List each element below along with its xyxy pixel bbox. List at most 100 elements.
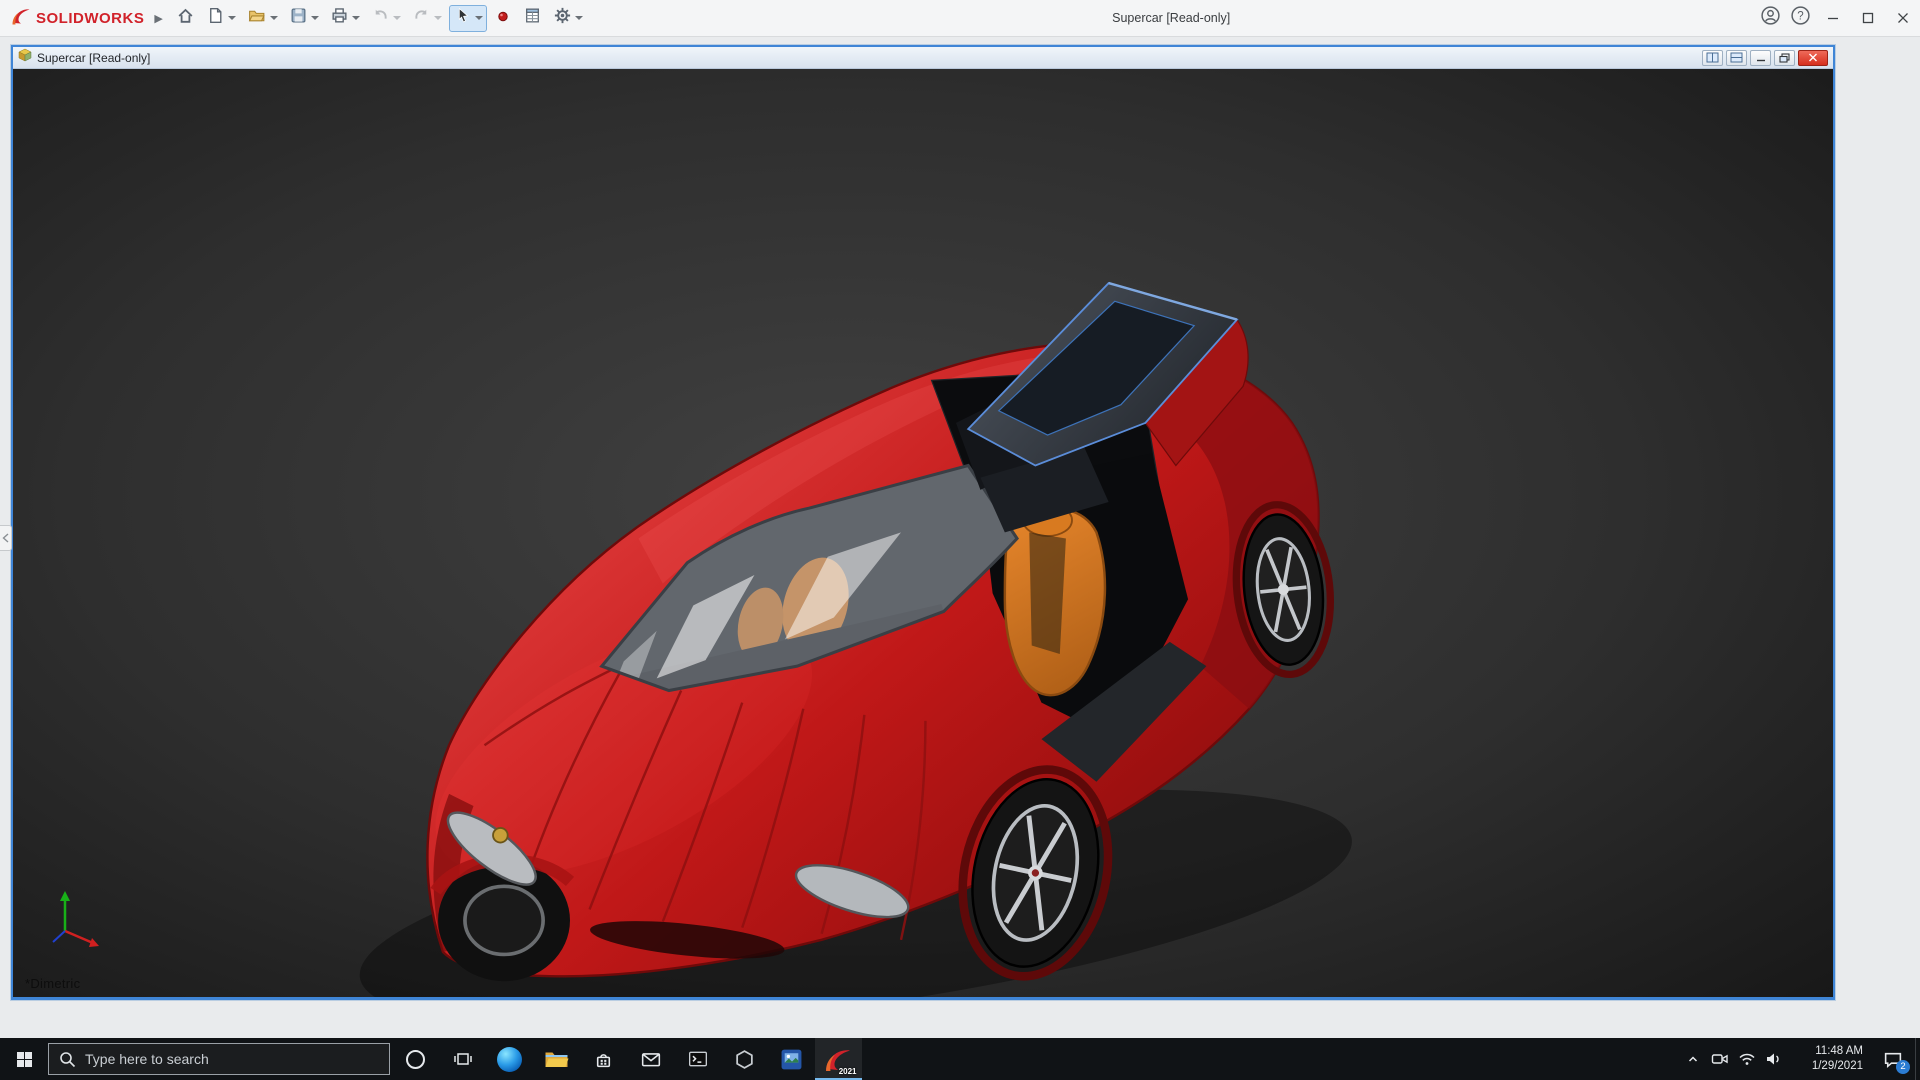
file-properties-button[interactable]	[519, 5, 546, 32]
notification-count-badge: 2	[1896, 1060, 1910, 1074]
undo-icon	[371, 6, 390, 30]
new-document-button[interactable]	[202, 5, 240, 32]
app-maximize-button[interactable]	[1850, 0, 1885, 37]
doc-minimize-button[interactable]	[1750, 50, 1771, 66]
new-document-caret-icon[interactable]	[228, 16, 236, 20]
save-icon	[289, 6, 308, 30]
redo-caret-icon[interactable]	[434, 16, 442, 20]
titlebar-right-controls: ?	[1755, 0, 1920, 37]
select-tool-caret-icon[interactable]	[475, 16, 483, 20]
doc-minimize-icon	[1756, 53, 1766, 62]
solidworks-app-window: SOLIDWORKS ▶	[0, 0, 1920, 1080]
doc-close-button[interactable]	[1798, 50, 1828, 66]
taskbar-clock[interactable]: 11:48 AM 1/29/2021	[1793, 1044, 1863, 1074]
save-caret-icon[interactable]	[311, 16, 319, 20]
menu-expand-chevron-icon[interactable]: ▶	[154, 12, 162, 25]
action-center-button[interactable]: 2	[1871, 1038, 1915, 1080]
taskbar-search-box[interactable]: Type here to search	[48, 1043, 390, 1075]
solidworks-logo-icon	[10, 5, 32, 32]
tile-vertical-icon	[1706, 52, 1719, 63]
file-explorer-button[interactable]	[533, 1038, 580, 1080]
doc-restore-button[interactable]	[1774, 50, 1795, 66]
options-button[interactable]	[549, 5, 587, 32]
file-properties-icon	[523, 6, 542, 30]
appearance-bead-icon	[494, 7, 512, 30]
open-button[interactable]	[243, 5, 282, 32]
redo-icon	[412, 6, 431, 30]
network-button[interactable]	[1733, 1038, 1760, 1080]
part-document-icon	[18, 48, 32, 67]
new-document-icon	[206, 6, 225, 30]
start-button[interactable]	[0, 1038, 48, 1080]
cortana-icon	[406, 1050, 425, 1069]
view-orientation-label: *Dimetric	[25, 976, 80, 991]
cortana-button[interactable]	[392, 1038, 439, 1080]
task-view-button[interactable]	[439, 1038, 486, 1080]
document-title: Supercar [Read-only]	[37, 51, 1702, 65]
wifi-icon	[1738, 1052, 1756, 1067]
doc-tile-vertical-button[interactable]	[1702, 50, 1723, 66]
graphics-viewport[interactable]: *Dimetric	[13, 69, 1833, 997]
volume-button[interactable]	[1760, 1038, 1787, 1080]
solidworks-logo: SOLIDWORKS ▶	[0, 5, 158, 32]
doc-tile-horizontal-button[interactable]	[1726, 50, 1747, 66]
edge-browser-button[interactable]	[486, 1038, 533, 1080]
app-minimize-button[interactable]	[1815, 0, 1850, 37]
taskpane-collapse-handle[interactable]	[0, 525, 12, 551]
home-button[interactable]	[172, 5, 199, 32]
clock-time: 11:48 AM	[1793, 1044, 1863, 1059]
svg-text:?: ?	[1797, 11, 1803, 23]
blue-app-button[interactable]	[768, 1038, 815, 1080]
task-view-icon	[453, 1050, 473, 1068]
app-window-title: Supercar [Read-only]	[1112, 11, 1230, 25]
chevron-up-icon	[1686, 1052, 1700, 1066]
select-cursor-icon	[453, 6, 472, 30]
mail-button[interactable]	[627, 1038, 674, 1080]
account-person-icon	[1760, 5, 1781, 31]
account-button[interactable]	[1755, 0, 1785, 37]
options-gear-icon	[553, 6, 572, 30]
solidworks-logo-text: SOLIDWORKS	[36, 10, 144, 27]
edge-browser-icon	[497, 1047, 522, 1072]
search-icon	[59, 1051, 76, 1068]
document-window: Supercar [Read-only]	[11, 45, 1835, 1000]
options-caret-icon[interactable]	[575, 16, 583, 20]
supercar-3d-model[interactable]	[13, 69, 1833, 997]
windows-logo-icon	[16, 1051, 33, 1068]
orientation-triad	[41, 887, 107, 953]
app-client-area: Supercar [Read-only]	[0, 37, 1920, 1038]
store-icon	[594, 1050, 613, 1069]
main-toolbar	[172, 5, 587, 32]
doc-restore-icon	[1779, 53, 1790, 63]
microsoft-store-button[interactable]	[580, 1038, 627, 1080]
undo-button[interactable]	[367, 5, 405, 32]
terminal-app-button[interactable]	[674, 1038, 721, 1080]
doc-close-icon	[1808, 53, 1818, 62]
meet-now-button[interactable]	[1706, 1038, 1733, 1080]
print-button[interactable]	[326, 5, 364, 32]
search-placeholder-text: Type here to search	[85, 1051, 209, 1067]
mail-icon	[641, 1051, 661, 1068]
system-tray: 11:48 AM 1/29/2021 2	[1679, 1038, 1920, 1080]
windows-taskbar: Type here to search 2021	[0, 1038, 1920, 1080]
appearance-button[interactable]	[490, 5, 516, 32]
print-icon	[330, 6, 349, 30]
collapse-chevron-icon	[2, 533, 9, 543]
print-caret-icon[interactable]	[352, 16, 360, 20]
solidworks-year-badge: 2021	[839, 1067, 857, 1076]
tray-hidden-icons-button[interactable]	[1679, 1038, 1706, 1080]
document-window-controls	[1702, 50, 1828, 66]
show-desktop-button[interactable]	[1915, 1038, 1920, 1080]
clock-date: 1/29/2021	[1793, 1059, 1863, 1074]
undo-caret-icon[interactable]	[393, 16, 401, 20]
hexagon-app-button[interactable]	[721, 1038, 768, 1080]
app-close-button[interactable]	[1885, 0, 1920, 37]
redo-button[interactable]	[408, 5, 446, 32]
open-caret-icon[interactable]	[270, 16, 278, 20]
solidworks-taskbar-button[interactable]: 2021	[815, 1038, 862, 1080]
save-button[interactable]	[285, 5, 323, 32]
help-button[interactable]: ?	[1785, 0, 1815, 37]
file-explorer-icon	[544, 1049, 569, 1070]
document-titlebar[interactable]: Supercar [Read-only]	[13, 47, 1833, 69]
select-tool-button[interactable]	[449, 5, 487, 32]
